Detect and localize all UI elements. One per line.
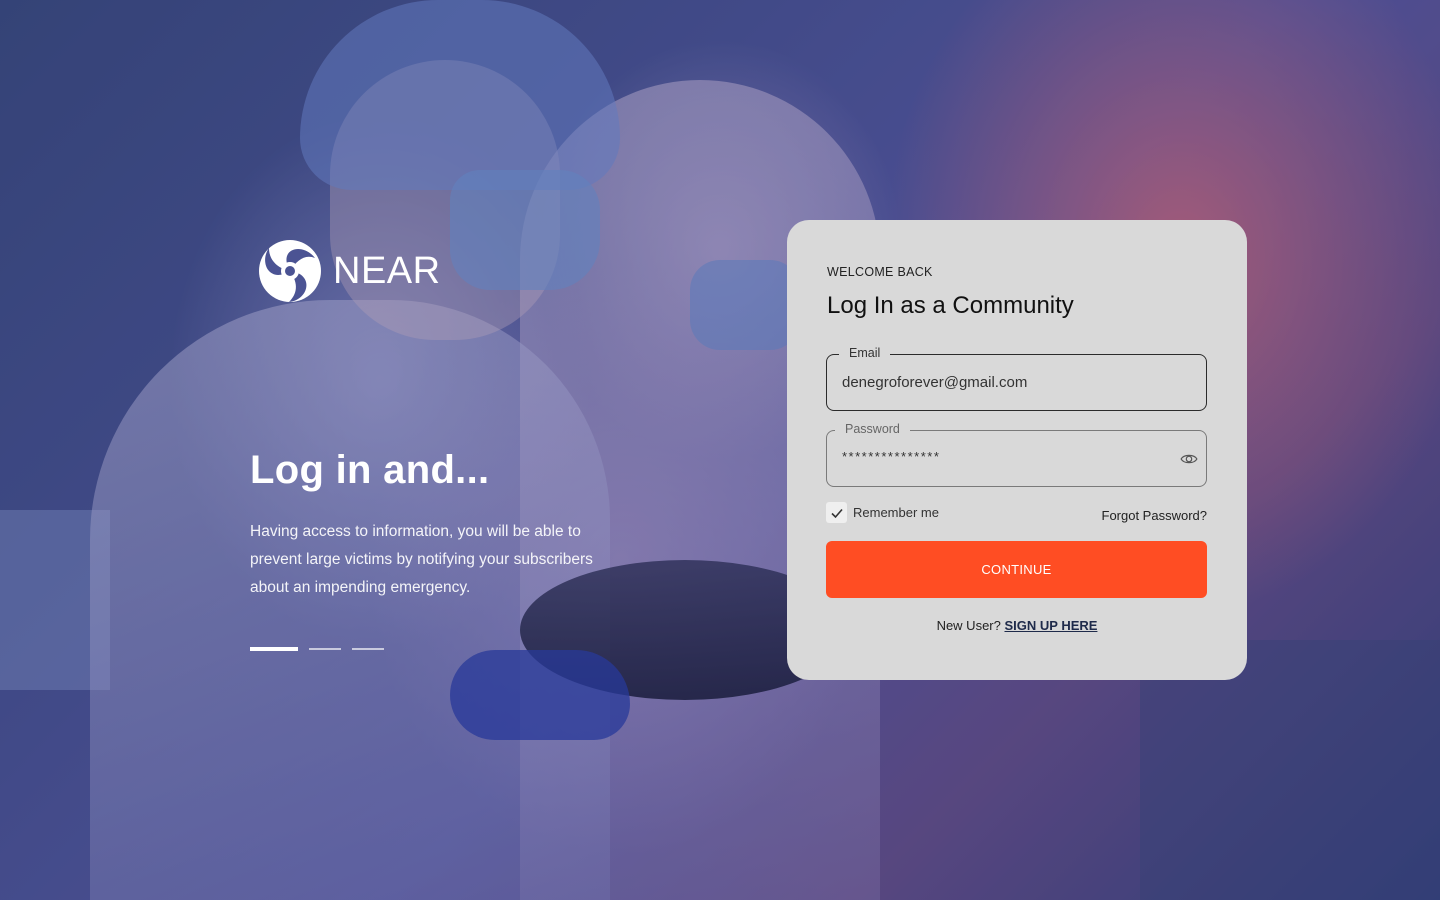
forgot-password-link[interactable]: Forgot Password?: [1102, 508, 1208, 523]
brand-name: NEAR: [333, 249, 441, 292]
checkbox-box[interactable]: [826, 502, 847, 523]
carousel-dot-2[interactable]: [309, 648, 341, 650]
eye-icon[interactable]: [1180, 450, 1198, 468]
hero-title: Log in and...: [250, 448, 490, 492]
checkmark-icon: [830, 508, 843, 518]
signup-row: New User? SIGN UP HERE: [787, 618, 1247, 633]
password-input[interactable]: [842, 429, 1166, 484]
sign-up-link[interactable]: SIGN UP HERE: [1004, 618, 1097, 633]
remember-me-checkbox[interactable]: Remember me: [826, 502, 939, 523]
remember-me-label: Remember me: [853, 505, 939, 520]
carousel-dot-3[interactable]: [352, 648, 384, 650]
brand: NEAR: [257, 238, 441, 304]
continue-button[interactable]: CONTINUE: [826, 541, 1207, 598]
carousel-dot-1[interactable]: [250, 647, 298, 651]
login-card: WELCOME BACK Log In as a Community Email…: [787, 220, 1247, 680]
login-title: Log In as a Community: [827, 292, 1074, 319]
email-input[interactable]: [842, 355, 1166, 410]
welcome-back-label: WELCOME BACK: [827, 265, 933, 279]
password-field: Password: [826, 422, 1207, 487]
carousel-indicators: [250, 647, 384, 651]
email-field: Email: [826, 346, 1207, 411]
new-user-text: New User?: [936, 618, 1001, 633]
login-page: NEAR Log in and... Having access to info…: [0, 0, 1440, 900]
near-swirl-logo-icon: [259, 240, 321, 302]
hero-description: Having access to information, you will b…: [250, 523, 593, 596]
